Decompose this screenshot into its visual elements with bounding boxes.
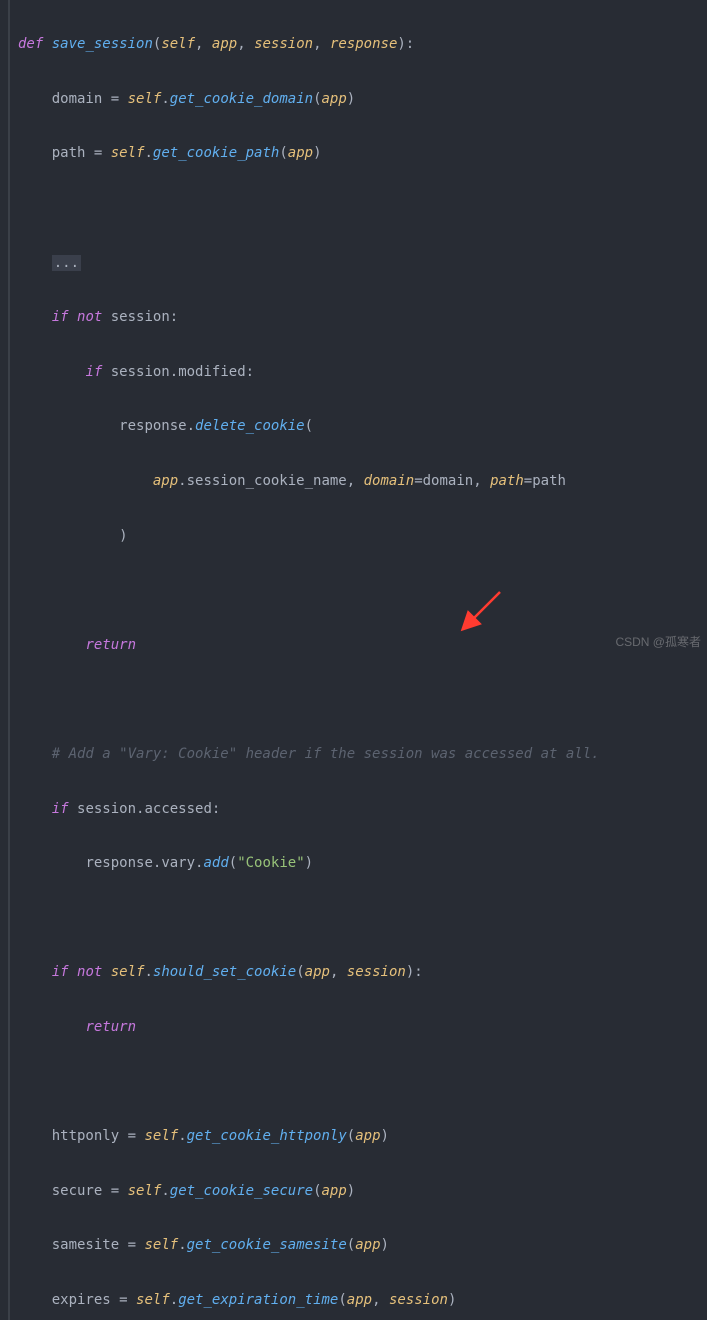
code-line [10, 905, 707, 932]
code-line: httponly = self.get_cookie_httponly(app) [10, 1123, 707, 1150]
code-line: if session.modified: [10, 359, 707, 386]
code-line [10, 195, 707, 222]
code-line: response.vary.add("Cookie") [10, 850, 707, 877]
code-line [10, 577, 707, 604]
code-line: ) [10, 523, 707, 550]
code-line: path = self.get_cookie_path(app) [10, 140, 707, 167]
code-line: def save_session(self, app, session, res… [10, 31, 707, 58]
code-line [10, 1069, 707, 1096]
ellipsis: ... [52, 255, 81, 271]
code-line: app.session_cookie_name, domain=domain, … [10, 468, 707, 495]
code-line: response.delete_cookie( [10, 413, 707, 440]
code-line [10, 686, 707, 713]
code-line: return [10, 632, 707, 659]
code-line: # Add a "Vary: Cookie" header if the ses… [10, 741, 707, 768]
code-block: def save_session(self, app, session, res… [8, 0, 707, 1320]
code-line: if not self.should_set_cookie(app, sessi… [10, 959, 707, 986]
code-line: expires = self.get_expiration_time(app, … [10, 1287, 707, 1314]
code-line: if not session: [10, 304, 707, 331]
code-line: return [10, 1014, 707, 1041]
watermark: CSDN @孤寒者 [615, 631, 701, 654]
code-line: secure = self.get_cookie_secure(app) [10, 1178, 707, 1205]
code-line: samesite = self.get_cookie_samesite(app) [10, 1232, 707, 1259]
code-line: if session.accessed: [10, 796, 707, 823]
code-line: domain = self.get_cookie_domain(app) [10, 86, 707, 113]
code-line: ... [10, 250, 707, 277]
